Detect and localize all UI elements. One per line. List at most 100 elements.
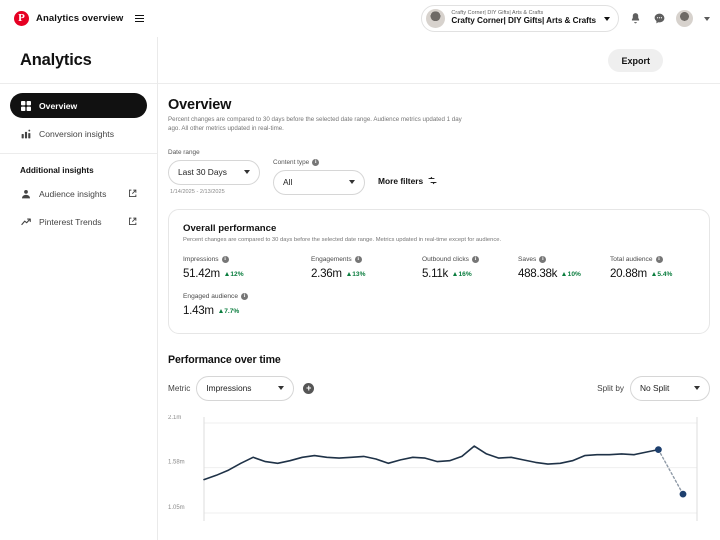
sidebar-group-title: Additional insights — [10, 154, 147, 181]
metric-engaged-audience: Engaged audience i 1.43m 7.7% — [183, 293, 248, 317]
metric-delta: 12% — [225, 271, 244, 278]
info-icon[interactable]: i — [312, 159, 319, 166]
info-icon[interactable]: i — [241, 293, 248, 300]
profile-avatar[interactable] — [676, 10, 693, 27]
chat-bubble-icon[interactable] — [652, 11, 667, 26]
sidebar-item-overview[interactable]: Overview — [10, 93, 147, 118]
metric-label: Total audience i — [610, 256, 672, 263]
date-range-label: Date range — [168, 149, 260, 156]
date-range-select[interactable]: Last 30 Days — [168, 160, 260, 185]
metric-delta-text: 12% — [230, 271, 243, 278]
export-button[interactable]: Export — [608, 49, 663, 72]
sidebar-item-overview-label: Overview — [39, 101, 77, 111]
metric-impressions: Impressions i 51.42m 12% — [183, 256, 311, 280]
performance-over-time-title: Performance over time — [158, 334, 720, 366]
sidebar-divider-top — [0, 83, 157, 84]
chart-point[interactable] — [655, 446, 662, 453]
split-by-select[interactable]: No Split — [630, 376, 710, 401]
date-range-note: 1/14/2025 - 2/13/2025 — [168, 189, 260, 195]
account-switcher[interactable]: Crafty Corner| DIY Gifts| Arts & Crafts … — [421, 5, 619, 32]
chart-projection-line — [658, 450, 683, 495]
info-icon[interactable]: i — [656, 256, 663, 263]
metric-value-row: 1.43m 7.7% — [183, 304, 248, 317]
metric-select[interactable]: Impressions — [196, 376, 294, 401]
account-name: Crafty Corner| DIY Gifts| Arts & Crafts — [451, 17, 596, 26]
sidebar-item-pinterest-trends[interactable]: Pinterest Trends — [10, 209, 147, 234]
brand-area[interactable]: P Analytics overview — [14, 11, 144, 26]
arrow-up-icon — [562, 272, 566, 276]
metric-label-text: Impressions — [183, 256, 219, 263]
chart-svg[interactable]: 2.1m1.58m1.05m — [168, 415, 710, 523]
chevron-down-icon — [349, 180, 355, 184]
metric-value-row: 51.42m 12% — [183, 267, 311, 280]
metric-delta: 7.7% — [219, 308, 240, 315]
content-type-label: Content type i — [273, 159, 365, 166]
profile-chevron-down-icon[interactable] — [704, 17, 710, 21]
metric-value-row: 488.38k 10% — [518, 267, 610, 280]
content-type-group: Content type i All — [273, 159, 365, 195]
metric-delta-text: 7.7% — [224, 308, 239, 315]
metric-value: 2.36m — [311, 267, 342, 280]
metric-delta: 5.4% — [652, 271, 673, 278]
metric-label: Engaged audience i — [183, 293, 248, 300]
account-avatar — [426, 9, 445, 28]
bar-chart-icon — [20, 128, 31, 139]
chart-point[interactable] — [680, 491, 687, 498]
metric-value: 1.43m — [183, 304, 214, 317]
chevron-down-icon[interactable] — [604, 17, 610, 21]
bell-icon[interactable] — [628, 11, 643, 26]
svg-text:2.1m: 2.1m — [168, 415, 181, 421]
info-icon[interactable]: i — [472, 256, 479, 263]
metric-value: 20.88m — [610, 267, 647, 280]
chevron-down-icon — [244, 170, 250, 174]
more-filters-label: More filters — [378, 176, 423, 186]
plus-circle-icon[interactable]: + — [303, 383, 314, 394]
grid-icon — [20, 100, 31, 111]
metric-saves: Saves i 488.38k 10% — [518, 256, 610, 280]
chevron-down-icon — [278, 386, 284, 390]
overall-performance-title: Overall performance — [183, 223, 695, 234]
svg-text:1.58m: 1.58m — [168, 460, 185, 466]
hamburger-menu-icon[interactable] — [135, 15, 144, 23]
chart-gridlines — [204, 423, 697, 513]
content-type-select[interactable]: All — [273, 170, 365, 195]
info-icon[interactable]: i — [355, 256, 362, 263]
metric-label-text: Engaged audience — [183, 293, 238, 300]
more-filters-button[interactable]: More filters — [378, 176, 437, 187]
metric-engagements: Engagements i 2.36m 13% — [311, 256, 422, 280]
sidebar-item-pinterest-trends-label: Pinterest Trends — [39, 217, 102, 227]
top-navigation-bar: P Analytics overview Crafty Corner| DIY … — [0, 0, 720, 37]
split-by-value: No Split — [640, 383, 669, 393]
metric-label-text: Engagements — [311, 256, 352, 263]
brand-title: Analytics overview — [36, 13, 123, 24]
filter-sliders-icon — [428, 176, 437, 187]
info-icon[interactable]: i — [222, 256, 229, 263]
metric-delta-text: 5.4% — [657, 271, 672, 278]
content-type-label-text: Content type — [273, 159, 309, 166]
sidebar-item-audience-insights[interactable]: Audience insights — [10, 181, 147, 206]
metric-label-text: Outbound clicks — [422, 256, 469, 263]
chart-data-points[interactable] — [655, 446, 686, 497]
person-icon — [20, 188, 31, 199]
content-type-value: All — [283, 177, 292, 187]
metric-delta: 16% — [453, 271, 472, 278]
trend-arrow-icon — [20, 216, 31, 227]
metric-label: Outbound clicks i — [422, 256, 518, 263]
arrow-up-icon — [347, 272, 351, 276]
external-link-icon[interactable] — [128, 189, 137, 198]
analytics-page: P Analytics overview Crafty Corner| DIY … — [0, 0, 720, 540]
metric-delta-text: 16% — [459, 271, 472, 278]
pinterest-logo-icon[interactable]: P — [14, 11, 29, 26]
chart-series-line — [204, 446, 658, 480]
external-link-icon[interactable] — [128, 217, 137, 226]
metric-delta: 10% — [562, 271, 581, 278]
page-subtitle: Percent changes are compared to 30 days … — [158, 113, 470, 134]
info-icon[interactable]: i — [539, 256, 546, 263]
metric-delta-text: 13% — [352, 271, 365, 278]
metric-label: Saves i — [518, 256, 610, 263]
sidebar-item-conversion-insights[interactable]: Conversion insights — [10, 121, 147, 146]
arrow-up-icon — [219, 309, 223, 313]
metric-value-row: 2.36m 13% — [311, 267, 422, 280]
date-range-group: Date range Last 30 Days 1/14/2025 - 2/13… — [168, 149, 260, 195]
metrics-row-secondary: Engaged audience i 1.43m 7.7% — [183, 293, 695, 317]
